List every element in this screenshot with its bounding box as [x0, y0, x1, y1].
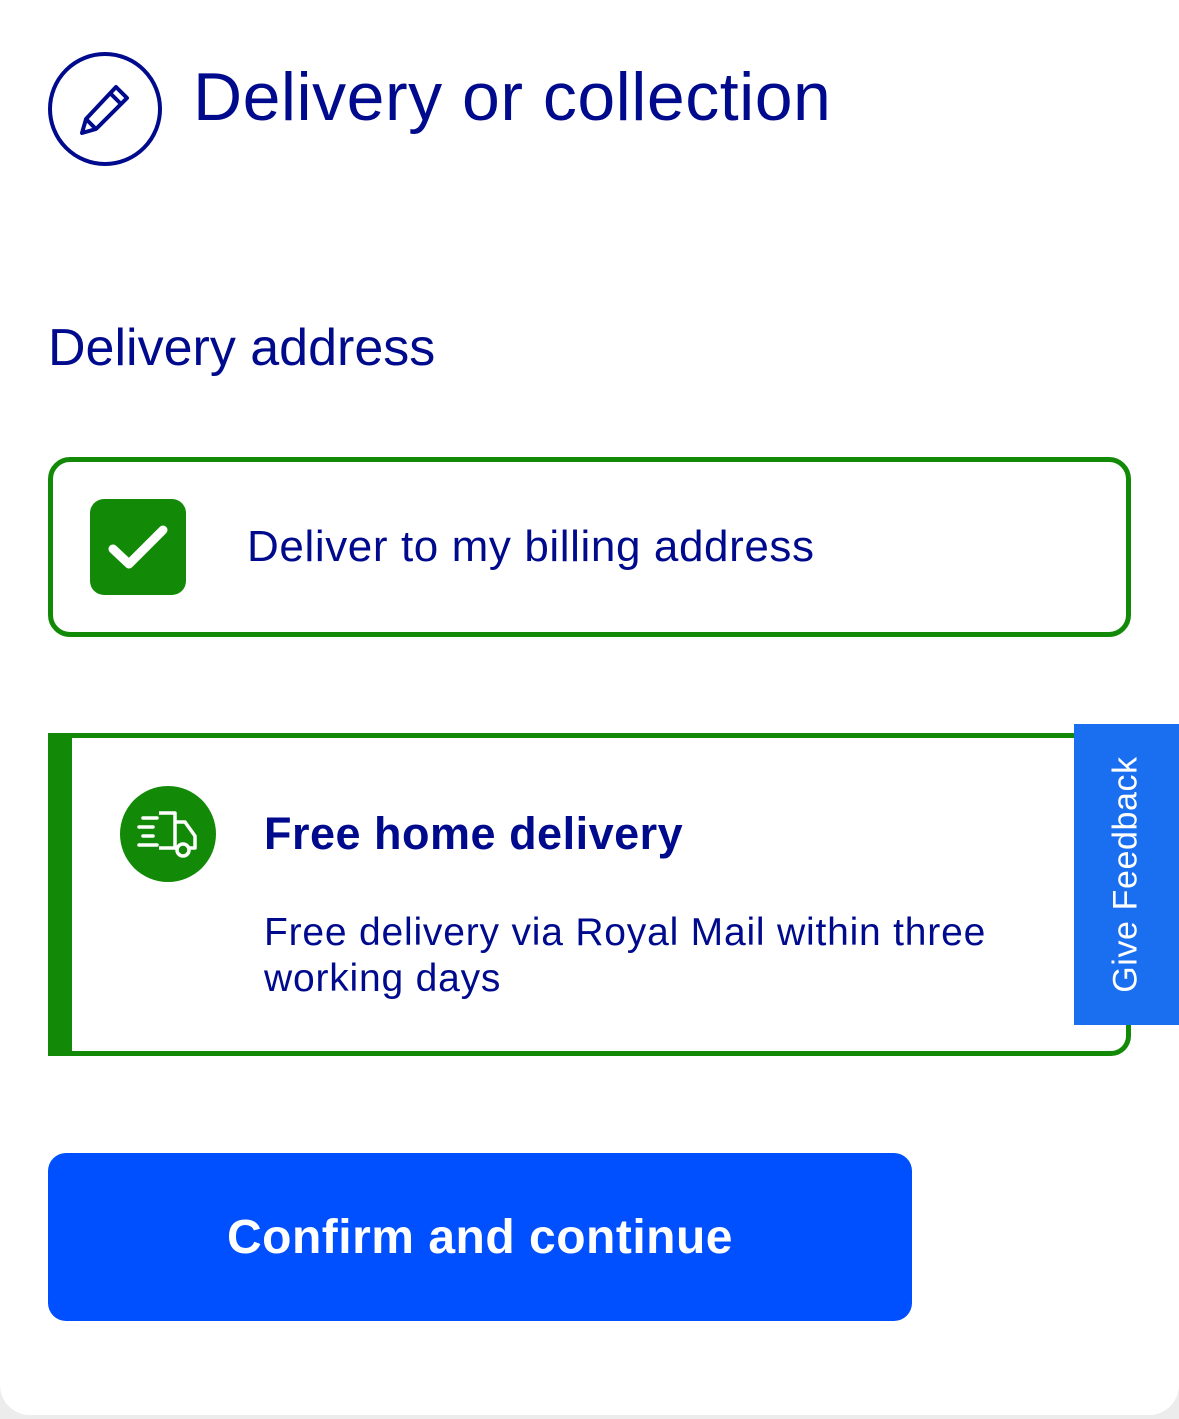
section-header: Delivery or collection [48, 48, 831, 170]
pencil-icon [80, 85, 129, 135]
billing-address-label: Deliver to my billing address [247, 522, 815, 571]
page-title: Delivery or collection [193, 59, 832, 135]
delivery-method-description: Free delivery via Royal Mail within thre… [264, 911, 987, 1000]
billing-address-checkbox[interactable] [90, 499, 186, 595]
checkout-card: Delivery or collection Delivery address … [0, 0, 1179, 1415]
checkmark-icon [108, 525, 168, 569]
give-feedback-tab[interactable]: Give Feedback [1074, 724, 1179, 1025]
delivery-method-title: Free home delivery [264, 808, 684, 859]
billing-address-option[interactable]: Deliver to my billing address [48, 457, 1131, 637]
delivery-method-card: Free home delivery Free delivery via Roy… [48, 733, 1131, 1056]
give-feedback-label: Give Feedback [1107, 756, 1146, 993]
delivery-address-heading: Delivery address [48, 319, 436, 377]
confirm-and-continue-button[interactable]: Confirm and continue [48, 1153, 912, 1321]
delivery-truck-badge [120, 786, 216, 882]
delivery-truck-icon [137, 811, 197, 858]
edit-button[interactable] [48, 52, 162, 166]
